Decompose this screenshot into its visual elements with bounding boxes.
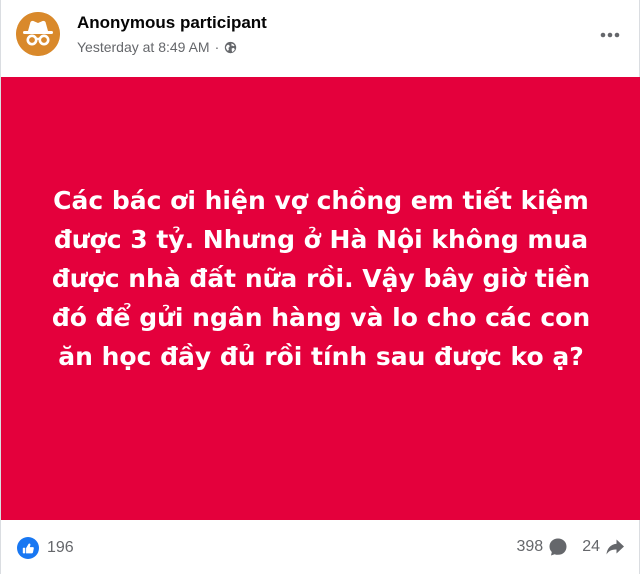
reactions-summary[interactable]: 196 <box>17 537 74 559</box>
post-author[interactable]: Anonymous participant <box>77 13 267 33</box>
anonymous-incognito-icon <box>16 12 60 56</box>
post-footer: 196 398 24 <box>1 522 639 574</box>
shares-count: 24 <box>582 538 600 555</box>
comments-count: 398 <box>516 538 544 555</box>
post-meta: Yesterday at 8:49 AM · <box>77 39 237 55</box>
comments-count-button[interactable]: 398 <box>517 537 569 557</box>
more-horizontal-icon <box>600 32 620 38</box>
post-text-banner[interactable]: Các bác ơi hiện vợ chồng em tiết kiệm đư… <box>1 77 640 520</box>
avatar[interactable] <box>16 12 60 56</box>
globe-icon[interactable] <box>224 41 237 54</box>
reactions-count: 196 <box>47 539 74 556</box>
post-banner-text: Các bác ơi hiện vợ chồng em tiết kiệm đư… <box>51 186 591 371</box>
like-icon <box>17 537 39 559</box>
share-icon <box>606 539 624 555</box>
post-timestamp[interactable]: Yesterday at 8:49 AM <box>77 39 210 55</box>
post-header: Anonymous participant Yesterday at 8:49 … <box>1 0 639 77</box>
engagement-counts: 398 24 <box>517 537 626 557</box>
shares-count-button[interactable]: 24 <box>582 537 625 557</box>
feed-post: Anonymous participant Yesterday at 8:49 … <box>0 0 640 574</box>
more-options-button[interactable] <box>595 20 625 50</box>
meta-separator: · <box>214 39 220 55</box>
comment-icon <box>549 538 567 556</box>
